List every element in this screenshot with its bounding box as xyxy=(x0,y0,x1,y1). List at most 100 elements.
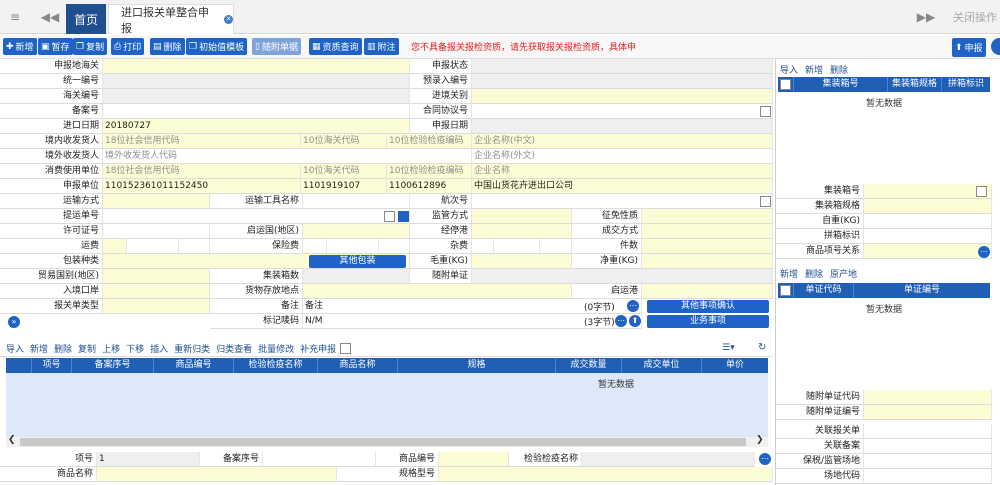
container-no-input[interactable] xyxy=(864,184,992,199)
entry-gate-input[interactable] xyxy=(103,284,210,299)
scroll-left-icon[interactable]: ◀◀ xyxy=(36,0,64,34)
container-no-checkbox[interactable] xyxy=(976,186,987,197)
container-new-button[interactable]: 新增 xyxy=(805,63,823,76)
goods-spec-input[interactable] xyxy=(439,467,773,482)
goods-new-button[interactable]: 新增 xyxy=(30,342,48,355)
goods-copy-button[interactable]: 复制 xyxy=(78,342,96,355)
close-icon[interactable]: ✕ xyxy=(224,15,233,24)
goods-batch-edit-button[interactable]: 批量修改 xyxy=(258,342,294,355)
vehicle-name-input[interactable] xyxy=(303,194,410,209)
declare-unit-customs-input[interactable]: 1101919107 xyxy=(301,179,387,194)
declare-unit-credit-input[interactable]: 110152361011152450 xyxy=(103,179,301,194)
goods-item-relation-input[interactable] xyxy=(864,244,992,259)
insurance-currency-input[interactable] xyxy=(379,239,410,254)
goods-move-down-button[interactable]: 下移 xyxy=(126,342,144,355)
goods-delete-button[interactable]: 删除 xyxy=(54,342,72,355)
trade-terms-input[interactable] xyxy=(642,224,773,239)
scroll-right-arrow-icon[interactable]: ❯ xyxy=(756,435,764,445)
goods-classify-view-button[interactable]: 归类查看 xyxy=(216,342,252,355)
freight-currency-input[interactable] xyxy=(179,239,210,254)
container-spec-input[interactable] xyxy=(864,199,992,214)
levy-nature-input[interactable] xyxy=(642,209,773,224)
business-items-button[interactable]: 业务事项 xyxy=(647,315,769,328)
marks-upload-icon[interactable]: ⬆ xyxy=(629,315,641,327)
net-weight-input[interactable] xyxy=(642,254,773,269)
goods-import-button[interactable]: 导入 xyxy=(6,342,24,355)
voyage-no-input[interactable] xyxy=(472,194,773,209)
expand-icon[interactable]: » xyxy=(8,316,20,328)
domestic-consignee-ciq-input[interactable]: 10位检验检疫编码 xyxy=(387,134,472,149)
goods-reclassify-button[interactable]: 重新归类 xyxy=(174,342,210,355)
departure-country-input[interactable] xyxy=(303,224,410,239)
domestic-consignee-credit-input[interactable]: 18位社会信用代码 xyxy=(103,134,301,149)
goods-checkbox[interactable] xyxy=(340,343,352,354)
insurance-rate-input[interactable] xyxy=(327,239,379,254)
overseas-consignor-code-input[interactable]: 境外收发货人代码 xyxy=(103,149,472,164)
declare-customs-input[interactable] xyxy=(103,59,410,74)
marks-more-icon[interactable]: ⋯ xyxy=(615,315,627,327)
entry-port-input[interactable] xyxy=(472,89,773,104)
bill-no-input[interactable] xyxy=(103,209,410,224)
scroll-left-arrow-icon[interactable]: ❮ xyxy=(8,435,16,445)
goods-record-seq-input[interactable] xyxy=(263,452,376,467)
license-no-input[interactable] xyxy=(103,224,210,239)
tare-weight-input[interactable] xyxy=(864,214,992,229)
doc-select-all[interactable] xyxy=(780,285,791,296)
tab-current[interactable]: 进口报关单整合申报 ✕ xyxy=(108,4,234,35)
goods-more-icon[interactable]: ⋯ xyxy=(759,453,771,465)
insurance-mark-input[interactable] xyxy=(303,239,327,254)
tab-home[interactable]: 首页 xyxy=(66,4,106,34)
bill-checkbox[interactable] xyxy=(384,211,395,222)
pieces-input[interactable] xyxy=(642,239,773,254)
record-no-input[interactable] xyxy=(103,104,410,119)
scroll-right-icon[interactable]: ▶▶ xyxy=(914,0,938,34)
refresh-icon[interactable]: ↻ xyxy=(758,342,766,353)
goods-code-input[interactable] xyxy=(439,452,509,467)
consumer-unit-name-input[interactable]: 企业名称 xyxy=(472,164,773,179)
doc-delete-button[interactable]: 删除 xyxy=(805,267,823,280)
doc-origin-button[interactable]: 原产地 xyxy=(830,267,857,280)
close-ops-button[interactable]: 关闭操作 xyxy=(950,0,1000,34)
doc-no-input[interactable] xyxy=(864,405,992,420)
consumer-unit-customs-input[interactable]: 10位海关代码 xyxy=(301,164,387,179)
save-draft-button[interactable]: ▣ 暂存 xyxy=(38,38,73,55)
relation-more-icon[interactable]: ⋯ xyxy=(978,246,990,258)
overseas-consignor-name-input[interactable]: 企业名称(外文) xyxy=(472,149,773,164)
place-code-input[interactable] xyxy=(864,469,992,484)
goods-insert-button[interactable]: 插入 xyxy=(150,342,168,355)
bill-doc-icon[interactable] xyxy=(398,211,409,222)
container-import-button[interactable]: 导入 xyxy=(780,63,798,76)
gross-weight-input[interactable] xyxy=(472,254,572,269)
other-package-button[interactable]: 其他包装 xyxy=(309,255,406,268)
trade-country-input[interactable] xyxy=(103,269,210,284)
voyage-checkbox[interactable] xyxy=(760,196,771,207)
note-button[interactable]: ▥ 附注 xyxy=(364,38,399,55)
declare-button[interactable]: ⬆ 申报 xyxy=(952,38,986,57)
misc-currency-input[interactable] xyxy=(540,239,572,254)
new-button[interactable]: ✚ 新增 xyxy=(3,38,37,55)
storage-place-input[interactable] xyxy=(303,284,572,299)
stop-port-input[interactable] xyxy=(472,224,572,239)
container-delete-button[interactable]: 删除 xyxy=(830,63,848,76)
other-items-confirm-button[interactable]: 其他事项确认 xyxy=(647,300,769,313)
misc-rate-input[interactable] xyxy=(494,239,540,254)
copy-button[interactable]: ❐ 复制 xyxy=(73,38,108,55)
transport-mode-input[interactable] xyxy=(103,194,210,209)
domestic-consignee-name-input[interactable]: 企业名称(中文) xyxy=(472,134,773,149)
delete-button[interactable]: ▤ 删除 xyxy=(150,38,185,55)
bonded-place-input[interactable] xyxy=(864,454,992,469)
container-select-all[interactable] xyxy=(780,79,791,90)
contract-checkbox[interactable] xyxy=(760,106,771,117)
freight-mark-input[interactable] xyxy=(103,239,127,254)
declaration-type-input[interactable] xyxy=(103,299,210,314)
extra-icon[interactable] xyxy=(991,38,1000,55)
consumer-unit-ciq-input[interactable]: 10位检验检疫编码 xyxy=(387,164,472,179)
attached-docs-button[interactable]: ▯ 随附单据 xyxy=(252,38,301,55)
related-record-input[interactable] xyxy=(864,439,992,454)
init-template-button[interactable]: ❒ 初始值模板 xyxy=(186,38,248,55)
consumer-unit-credit-input[interactable]: 18位社会信用代码 xyxy=(103,164,301,179)
related-declaration-input[interactable] xyxy=(864,424,992,439)
doc-new-button[interactable]: 新增 xyxy=(780,267,798,280)
goods-hscroll-thumb[interactable] xyxy=(20,438,746,446)
goods-move-up-button[interactable]: 上移 xyxy=(102,342,120,355)
